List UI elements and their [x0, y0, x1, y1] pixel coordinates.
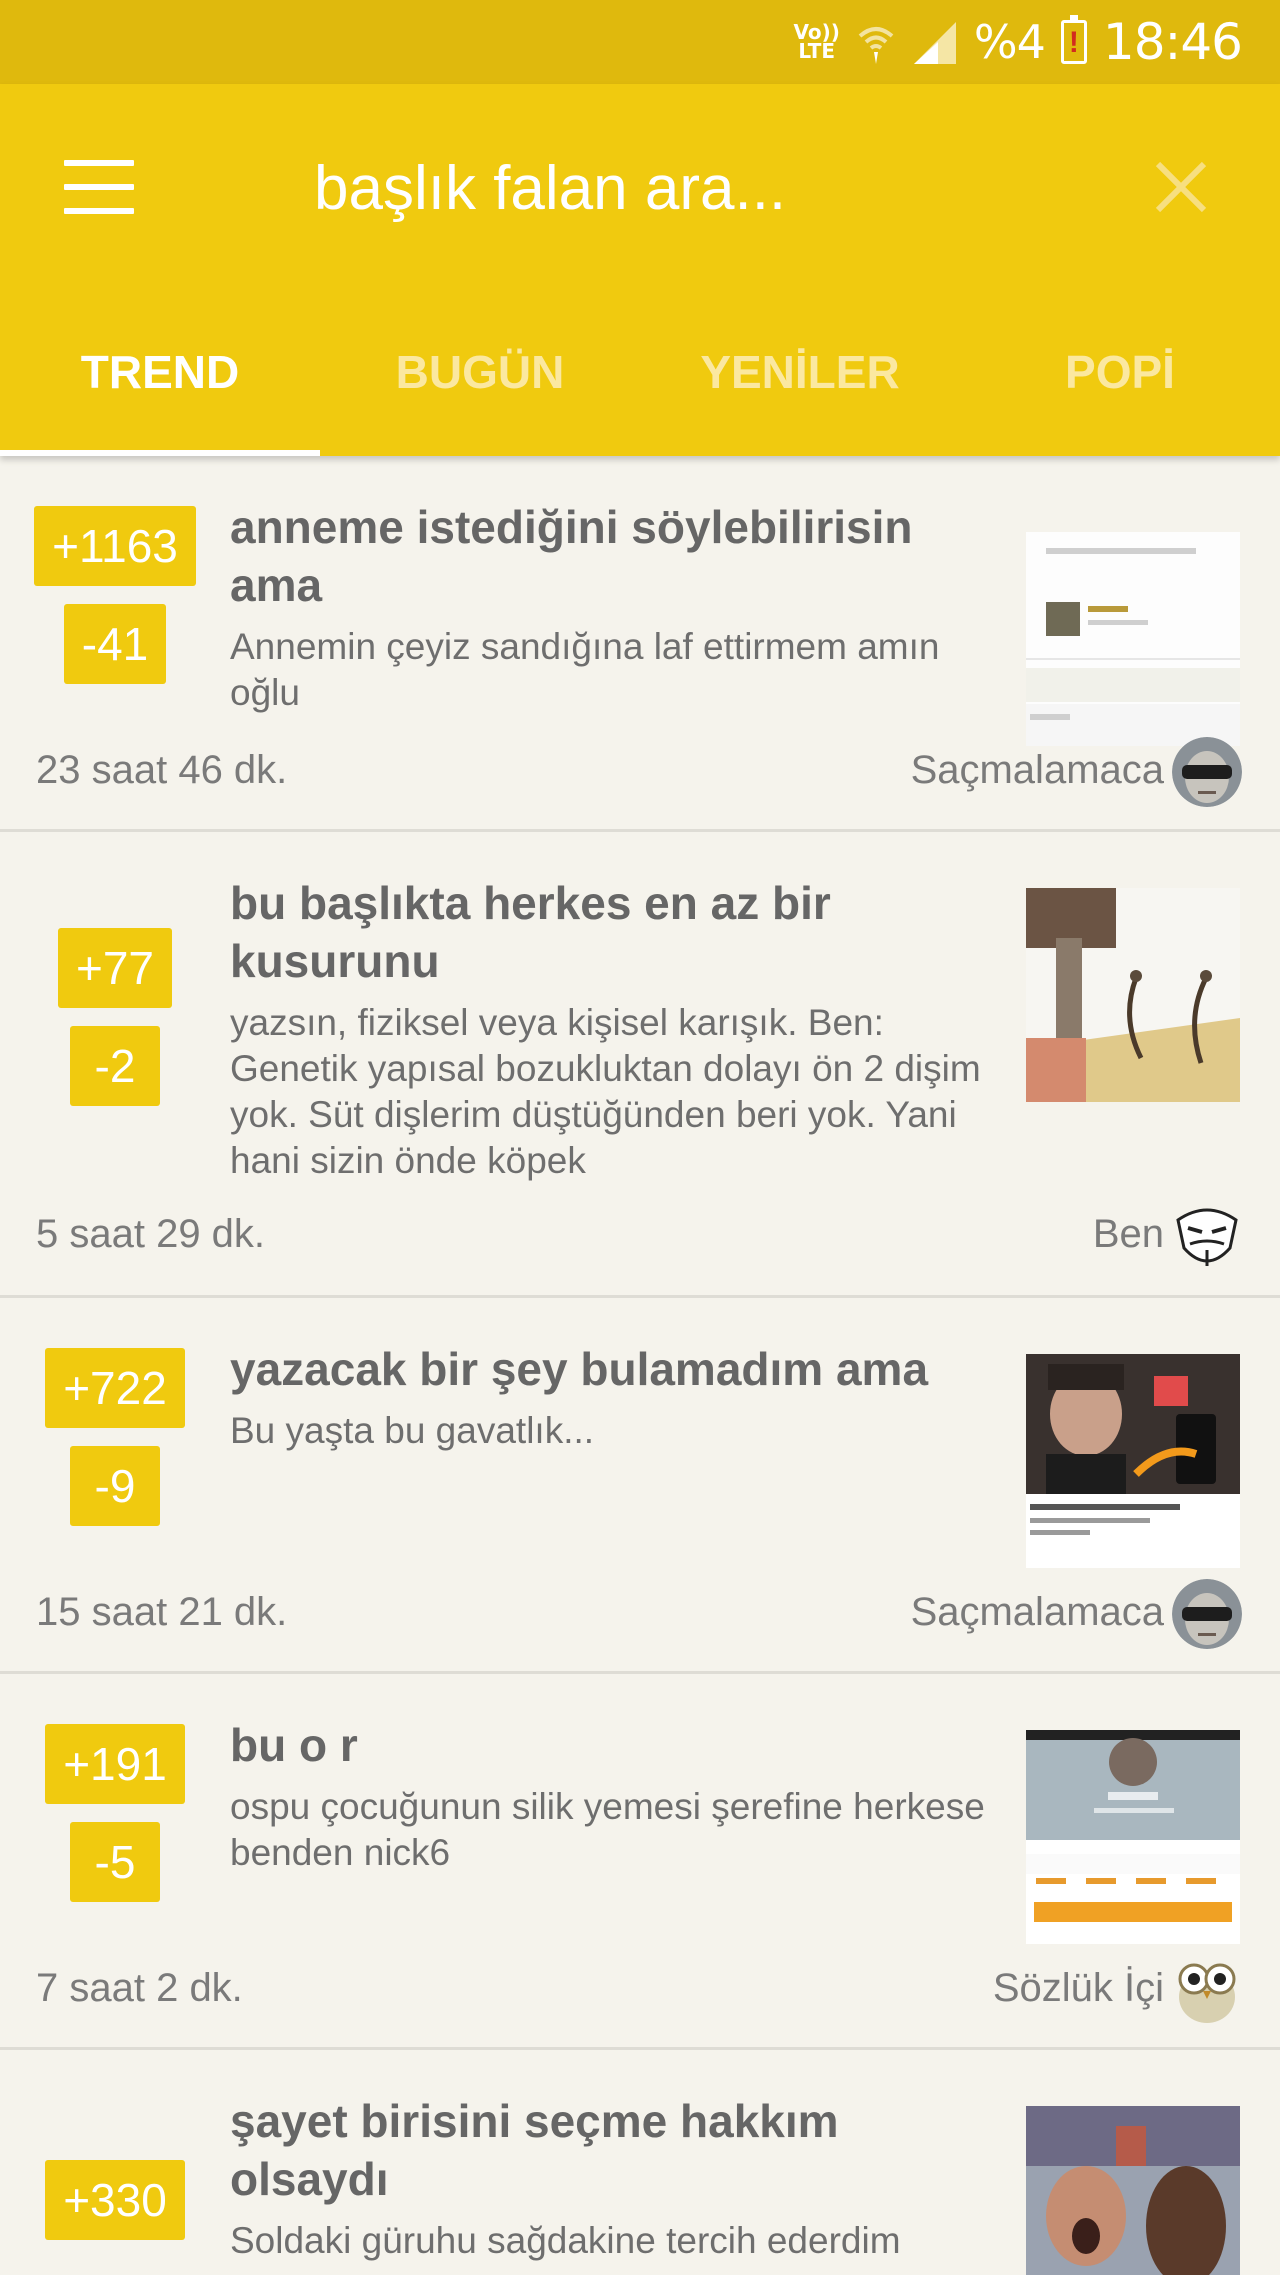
entry-body: Annemin çeyiz sandığına laf ettirmem amı… — [230, 626, 940, 713]
upvote-button[interactable]: +1163 — [34, 506, 196, 586]
tab-bugun[interactable]: BUGÜN — [320, 288, 640, 456]
tab-yeniler[interactable]: YENİLER — [640, 288, 960, 456]
entry-title: yazacak bir şey bulamadım ama — [230, 1343, 929, 1395]
signal-icon — [913, 22, 956, 64]
entry-body: Soldaki güruhu sağdakine tercih ederdim — [230, 2220, 901, 2261]
entry-time: 7 saat 2 dk. — [36, 1966, 243, 2010]
vote-group: +77 -2 — [0, 928, 230, 1106]
downvote-button[interactable]: -2 — [70, 1026, 160, 1106]
entry-title: bu o r — [230, 1719, 358, 1771]
volte-lte-icon: Vo)) LTE — [793, 20, 840, 63]
entry-author[interactable]: Saçmalamaca — [911, 1590, 1164, 1635]
entry-title: şayet birisini seçme hakkım olsaydı — [230, 2095, 839, 2205]
sunglasses-face-avatar-icon[interactable] — [1172, 1579, 1242, 1649]
list-item[interactable]: +1163 -41 anneme istediğini söylebiliris… — [0, 456, 1280, 832]
owl-avatar-icon[interactable] — [1172, 1955, 1242, 2025]
downvote-button[interactable]: -41 — [63, 604, 167, 684]
crowd-photo-thumbnail[interactable] — [1026, 2106, 1240, 2275]
vote-group: +191 -5 — [0, 1724, 230, 1902]
screenshot-thumbnail[interactable] — [1026, 532, 1240, 746]
status-bar: Vo)) LTE %4 ! 18:46 — [0, 0, 1280, 84]
downvote-button[interactable]: -9 — [70, 1446, 160, 1526]
profile-screenshot-thumbnail[interactable] — [1026, 1730, 1240, 1944]
vote-group: +330 — [0, 2160, 230, 2240]
video-thumbnail[interactable] — [1026, 1354, 1240, 1568]
entry-time: 23 saat 46 dk. — [36, 748, 288, 792]
entry-author[interactable]: Ben — [1093, 1212, 1164, 1257]
clock: 18:46 — [1102, 13, 1243, 71]
app-bar: TREND BUGÜN YENİLER POPİ — [0, 84, 1280, 456]
list-item[interactable]: +191 -5 bu o r ospu çocuğunun silik yeme… — [0, 1674, 1280, 2050]
battery-low-icon: ! — [1060, 15, 1087, 64]
upvote-button[interactable]: +330 — [45, 2160, 185, 2240]
entry-body: Bu yaşta bu gavatlık... — [230, 1410, 595, 1451]
downvote-button[interactable]: -5 — [70, 1822, 160, 1902]
close-icon[interactable] — [1150, 156, 1212, 218]
tab-bar: TREND BUGÜN YENİLER POPİ — [0, 288, 1280, 456]
upvote-button[interactable]: +77 — [57, 928, 173, 1008]
upvote-button[interactable]: +191 — [45, 1724, 185, 1804]
entry-body: ospu çocuğunun silik yemesi şerefine her… — [230, 1786, 985, 1873]
entry-time: 5 saat 29 dk. — [36, 1212, 266, 1256]
battery-percent: %4 — [973, 15, 1046, 69]
list-item[interactable]: +330 şayet birisini seçme hakkım olsaydı… — [0, 2050, 1280, 2275]
status-icons: Vo)) LTE %4 ! 18:46 — [793, 13, 1243, 71]
vote-group: +722 -9 — [0, 1348, 230, 1526]
list-item[interactable]: +722 -9 yazacak bir şey bulamadım ama Bu… — [0, 1298, 1280, 1674]
entry-list: +1163 -41 anneme istediğini söylebiliris… — [0, 456, 1280, 2275]
entry-title: bu başlıkta herkes en az bir kusurunu — [230, 877, 831, 987]
wifi-icon — [858, 27, 894, 64]
entry-title: anneme istediğini söylebilirisin ama — [230, 501, 913, 611]
entry-author[interactable]: Sözlük İçi — [993, 1966, 1164, 2011]
entry-time: 15 saat 21 dk. — [36, 1590, 288, 1634]
entry-author[interactable]: Saçmalamaca — [911, 748, 1164, 793]
list-item[interactable]: +77 -2 bu başlıkta herkes en az bir kusu… — [0, 832, 1280, 1298]
mask-avatar-icon[interactable] — [1172, 1200, 1242, 1270]
vote-group: +1163 -41 — [0, 506, 230, 684]
tab-trend[interactable]: TREND — [0, 288, 320, 456]
hamburger-menu-icon[interactable] — [64, 160, 134, 214]
entry-body: yazsın, fiziksel veya kişisel karışık. B… — [230, 1002, 981, 1181]
upvote-button[interactable]: +722 — [45, 1348, 185, 1428]
sunglasses-face-avatar-icon[interactable] — [1172, 737, 1242, 807]
tab-popi[interactable]: POPİ — [960, 288, 1280, 456]
hammer-nails-thumbnail[interactable] — [1026, 888, 1240, 1102]
search-input[interactable] — [314, 148, 1094, 228]
